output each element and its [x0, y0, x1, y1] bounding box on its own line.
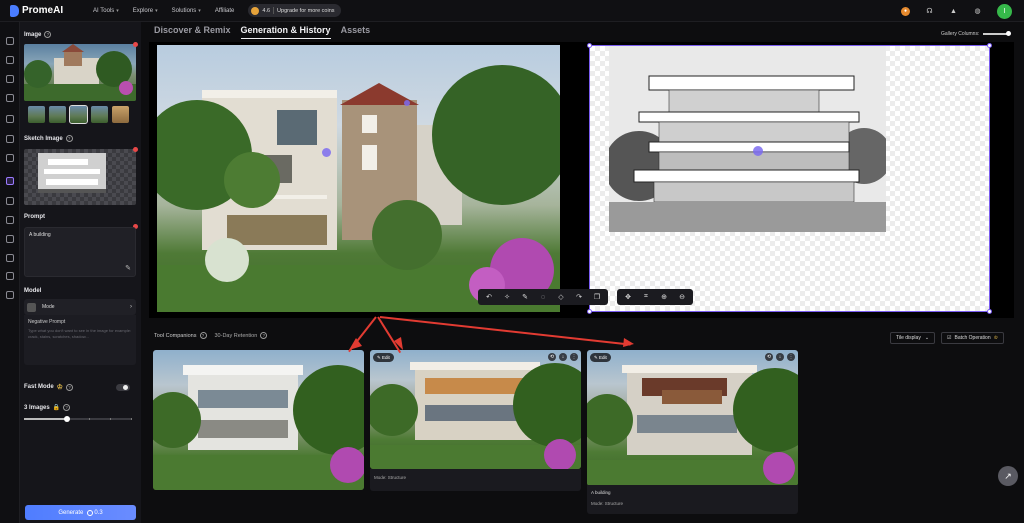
- arrowhead: [349, 338, 362, 350]
- arrowhead: [394, 337, 403, 350]
- arrowhead: [623, 338, 634, 347]
- arrowheads: [349, 337, 634, 350]
- share-icon[interactable]: ↗: [998, 466, 1018, 486]
